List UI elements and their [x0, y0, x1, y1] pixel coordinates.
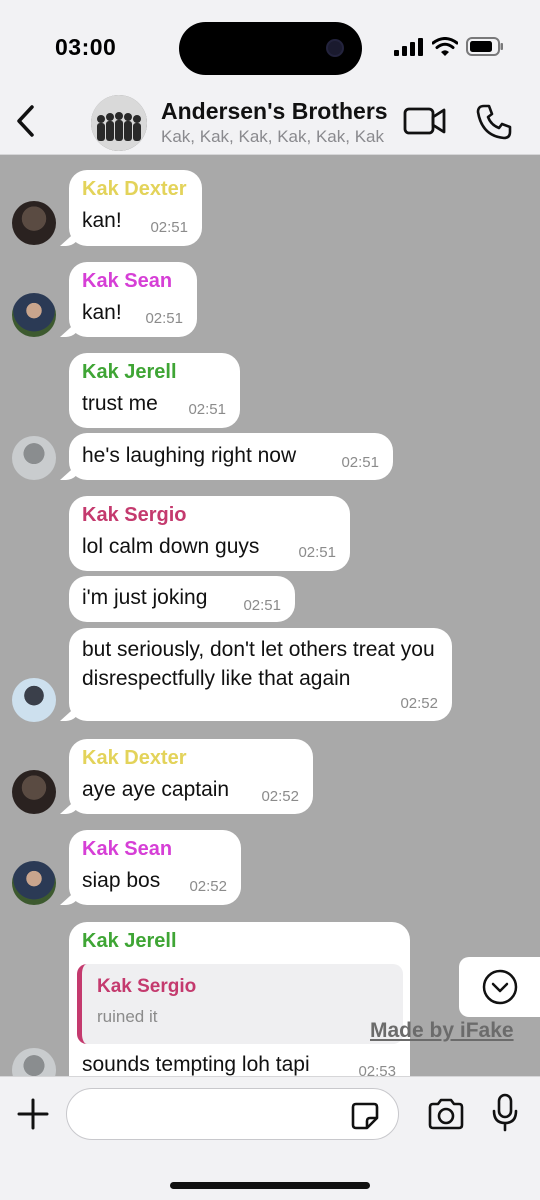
message-bubble[interactable]: Kak Jerell trust me 02:51	[69, 353, 240, 428]
message-text: aye aye captain	[82, 778, 230, 801]
reply-quote[interactable]: Kak Sergio ruined it	[77, 964, 403, 1044]
message-text: kan!	[82, 209, 122, 232]
message-bubble[interactable]: Kak Dexter kan! 02:51	[69, 170, 202, 246]
input-bar	[0, 1076, 540, 1200]
message-sender: Kak Sean	[82, 838, 173, 860]
message-text: lol calm down guys	[82, 535, 260, 558]
sticker-icon	[351, 1102, 379, 1130]
message-bubble[interactable]: Kak Dexter aye aye captain 02:52	[69, 739, 313, 814]
message-bubble[interactable]: i'm just joking 02:51	[69, 576, 295, 622]
message-time: 02:51	[188, 401, 226, 418]
message-bubble[interactable]: Kak Sergio lol calm down guys 02:51	[69, 496, 350, 571]
message-bubble[interactable]: Kak Sean kan! 02:51	[69, 262, 197, 337]
microphone-icon	[492, 1093, 518, 1132]
message-bubble[interactable]: Kak Jerell Kak Sergio ruined it sounds t…	[69, 922, 410, 1076]
avatar-kak-dexter[interactable]	[12, 201, 56, 245]
message-text: he's laughing right now	[82, 444, 297, 467]
message-text: siap bos	[82, 869, 161, 892]
camera-icon	[428, 1098, 464, 1130]
plus-icon	[17, 1098, 49, 1130]
message-time: 02:51	[145, 310, 183, 327]
reply-sender: Kak Sergio	[97, 976, 197, 997]
message-time: 02:53	[358, 1063, 396, 1076]
avatar-kak-jerell[interactable]	[12, 1048, 56, 1076]
chat-title[interactable]: Andersen's Brothers	[161, 98, 391, 125]
reply-text: ruined it	[97, 1007, 158, 1026]
message-time: 02:52	[261, 788, 299, 805]
message-text: kan!	[82, 301, 122, 324]
microphone-button[interactable]	[490, 1093, 520, 1133]
message-time: 02:52	[400, 695, 438, 712]
avatar-kak-sean[interactable]	[12, 861, 56, 905]
voice-call-button[interactable]	[474, 102, 514, 142]
dynamic-island	[179, 22, 362, 75]
wifi-icon	[432, 37, 458, 56]
message-text: sounds tempting loh tapi	[82, 1053, 310, 1076]
message-sender: Kak Jerell	[82, 930, 177, 952]
video-camera-icon	[403, 107, 446, 135]
sticker-button[interactable]	[350, 1101, 380, 1131]
message-time: 02:51	[150, 219, 188, 236]
chevron-down-circle-icon	[482, 969, 517, 1005]
group-photo-icon	[91, 95, 147, 151]
avatar-kak-dexter[interactable]	[12, 770, 56, 814]
avatar-kak-sergio[interactable]	[12, 678, 56, 722]
message-bubble[interactable]: he's laughing right now 02:51	[69, 433, 393, 480]
message-bubble[interactable]: but seriously, don't let others treat yo…	[69, 628, 452, 721]
status-time: 03:00	[55, 34, 117, 60]
message-time: 02:52	[189, 878, 227, 895]
message-time: 02:51	[341, 454, 379, 471]
home-indicator	[170, 1182, 370, 1189]
video-call-button[interactable]	[403, 104, 447, 138]
watermark: Made by iFake	[370, 1019, 514, 1042]
message-sender: Kak Sergio	[82, 504, 187, 526]
battery-icon	[466, 37, 503, 56]
back-chevron-icon	[17, 105, 34, 137]
message-list[interactable]: Kak Dexter kan! 02:51 Kak Sean kan! 02:5…	[0, 156, 540, 1076]
camera-dot	[326, 39, 344, 57]
message-text: i'm just joking	[82, 586, 208, 609]
top-bar: 03:00 Andersen's Brothers Kak, Kak, Kak,…	[0, 0, 540, 155]
message-bubble[interactable]: Kak Sean siap bos 02:52	[69, 830, 241, 905]
message-text: trust me	[82, 392, 158, 415]
message-text: but seriously, don't let others treat yo…	[82, 638, 435, 690]
message-sender: Kak Sean	[82, 270, 173, 292]
chat-members[interactable]: Kak, Kak, Kak, Kak, Kak, Kak	[161, 127, 391, 147]
phone-icon	[476, 104, 512, 140]
message-sender: Kak Dexter	[82, 747, 187, 769]
avatar-kak-jerell[interactable]	[12, 436, 56, 480]
avatar-kak-sean[interactable]	[12, 293, 56, 337]
message-time: 02:51	[298, 544, 336, 561]
attach-button[interactable]	[16, 1097, 50, 1131]
scroll-to-bottom-button[interactable]	[459, 957, 540, 1017]
message-sender: Kak Jerell	[82, 361, 177, 383]
cellular-signal-icon	[394, 37, 423, 56]
message-sender: Kak Dexter	[82, 178, 187, 200]
group-avatar[interactable]	[91, 95, 147, 151]
back-button[interactable]	[10, 100, 40, 142]
message-time: 02:51	[243, 597, 281, 614]
status-icons	[394, 37, 504, 56]
camera-button[interactable]	[426, 1097, 466, 1131]
